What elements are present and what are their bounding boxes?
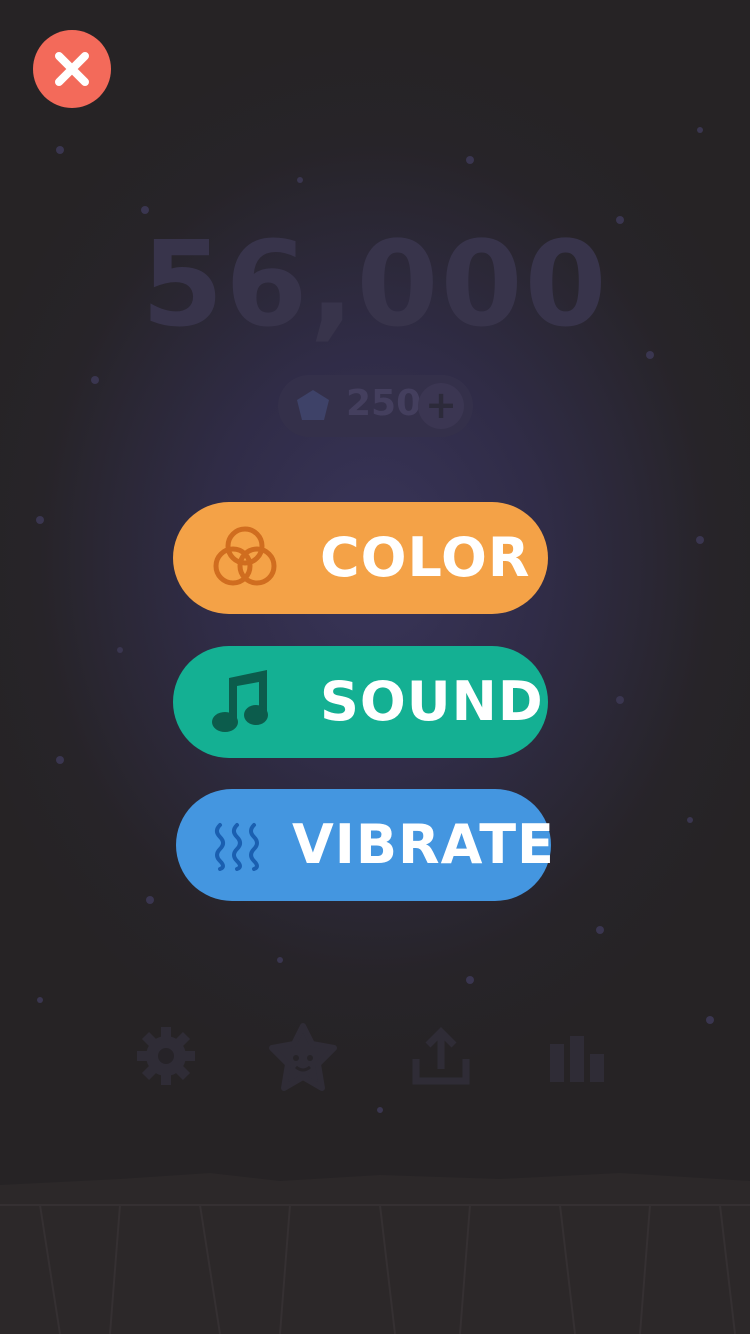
vibrate-button[interactable]: VIBRATE bbox=[176, 789, 554, 901]
gem-count: 250 bbox=[346, 383, 422, 424]
color-button[interactable]: COLOR bbox=[173, 502, 548, 614]
color-circles-icon bbox=[213, 526, 277, 586]
sound-label: SOUND bbox=[320, 670, 544, 733]
close-icon bbox=[55, 52, 89, 86]
close-button[interactable] bbox=[33, 30, 111, 108]
gem-icon bbox=[297, 390, 329, 420]
sound-button[interactable]: SOUND bbox=[173, 646, 548, 758]
leaderboard-icon[interactable] bbox=[548, 1034, 608, 1084]
score-display: 56,000 bbox=[141, 215, 609, 353]
gem-counter: 250 + bbox=[278, 375, 473, 437]
share-icon[interactable] bbox=[410, 1025, 472, 1087]
vibrate-label: VIBRATE bbox=[292, 813, 555, 876]
gear-icon[interactable] bbox=[135, 1025, 197, 1087]
add-gems-button[interactable]: + bbox=[418, 383, 464, 429]
rocky-ground bbox=[0, 1173, 750, 1334]
vibrate-waves-icon bbox=[215, 823, 259, 871]
color-label: COLOR bbox=[320, 526, 531, 589]
music-note-icon bbox=[212, 670, 268, 732]
star-face-icon[interactable] bbox=[268, 1022, 338, 1092]
